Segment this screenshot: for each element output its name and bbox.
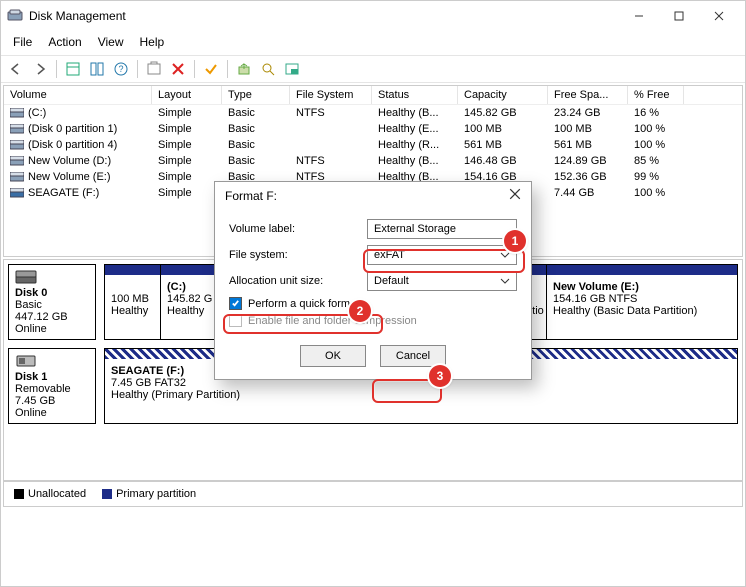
checkbox-label: Perform a quick format (248, 298, 359, 310)
window-title: Disk Management (29, 9, 126, 23)
col-volume[interactable]: Volume (4, 86, 152, 104)
legend-swatch-unallocated (14, 489, 24, 499)
disk-type: Removable (15, 383, 71, 395)
refresh-icon[interactable] (143, 58, 165, 80)
col-layout[interactable]: Layout (152, 86, 222, 104)
annotation-badge-2: 2 (349, 300, 371, 322)
titlebar: Disk Management (1, 1, 745, 31)
table-row[interactable]: (Disk 0 partition 1)SimpleBasicHealthy (… (4, 121, 742, 137)
checkbox-checked-icon (229, 297, 242, 310)
menu-help[interactable]: Help (134, 33, 171, 51)
disk-size: 447.12 GB (15, 311, 68, 323)
back-button[interactable] (5, 58, 27, 80)
col-filesystem[interactable]: File System (290, 86, 372, 104)
maximize-button[interactable] (659, 2, 699, 30)
ok-button[interactable]: OK (300, 345, 366, 367)
partition[interactable]: New Volume (E:) 154.16 GB NTFS Healthy (… (547, 265, 737, 339)
app-icon (7, 8, 23, 24)
menubar: File Action View Help (1, 31, 745, 55)
toolbar-icon[interactable] (62, 58, 84, 80)
disk-name: Disk 0 (15, 287, 47, 299)
partition[interactable]: (C:) 145.82 G Healthy (161, 265, 221, 339)
disk-name: Disk 1 (15, 371, 47, 383)
legend-swatch-primary (102, 489, 112, 499)
col-status[interactable]: Status (372, 86, 458, 104)
removable-disk-icon (15, 353, 37, 369)
table-row[interactable]: (Disk 0 partition 4)SimpleBasicHealthy (… (4, 137, 742, 153)
partition-status: Healthy (Basic Data Partition) (553, 305, 697, 317)
minimize-button[interactable] (619, 2, 659, 30)
toolbar-icon[interactable] (86, 58, 108, 80)
partition-status: Healthy (167, 305, 204, 317)
dialog-close-icon[interactable] (509, 188, 521, 203)
legend-label: Unallocated (28, 488, 86, 500)
menu-file[interactable]: File (7, 33, 38, 51)
partition-status: Healthy (Primary Partition) (111, 389, 240, 401)
check-icon[interactable] (200, 58, 222, 80)
legend: Unallocated Primary partition (3, 481, 743, 507)
svg-text:?: ? (118, 64, 123, 74)
help-icon[interactable]: ? (110, 58, 132, 80)
close-button[interactable] (699, 2, 739, 30)
disk-size: 7.45 GB (15, 395, 55, 407)
col-capacity[interactable]: Capacity (458, 86, 548, 104)
dialog-title: Format F: (225, 189, 277, 203)
volume-label-input[interactable]: External Storage (367, 219, 517, 239)
chevron-down-icon (500, 276, 510, 286)
disk-state: Online (15, 407, 47, 419)
partition-size: 100 MB (111, 293, 149, 305)
cancel-button[interactable]: Cancel (380, 345, 446, 367)
table-row[interactable]: (C:)SimpleBasicNTFSHealthy (B...145.82 G… (4, 105, 742, 121)
allocation-select[interactable]: Default (367, 271, 517, 291)
volume-label-label: Volume label: (229, 223, 367, 235)
col-pctfree[interactable]: % Free (628, 86, 684, 104)
col-freespace[interactable]: Free Spa... (548, 86, 628, 104)
forward-button[interactable] (29, 58, 51, 80)
partition-status: Healthy (111, 305, 148, 317)
partition-title: SEAGATE (F:) (111, 365, 184, 377)
table-row[interactable]: New Volume (D:)SimpleBasicNTFSHealthy (B… (4, 153, 742, 169)
toolbar-icon[interactable] (233, 58, 255, 80)
search-icon[interactable] (257, 58, 279, 80)
partition-size: 7.45 GB FAT32 (111, 377, 186, 389)
format-dialog: Format F: Volume label: External Storage… (214, 181, 532, 380)
menu-action[interactable]: Action (42, 33, 87, 51)
toolbar-icon[interactable] (281, 58, 303, 80)
disk-info[interactable]: Disk 1 Removable 7.45 GB Online (8, 348, 96, 424)
disk-info[interactable]: Disk 0 Basic 447.12 GB Online (8, 264, 96, 340)
disk-state: Online (15, 323, 47, 335)
disk-type: Basic (15, 299, 42, 311)
partition-size: 154.16 GB NTFS (553, 293, 637, 305)
annotation-box-1 (363, 249, 525, 273)
file-system-label: File system: (229, 249, 367, 261)
legend-label: Primary partition (116, 488, 196, 500)
toolbar: ? (1, 55, 745, 83)
col-type[interactable]: Type (222, 86, 290, 104)
annotation-badge-3: 3 (429, 365, 451, 387)
allocation-label: Allocation unit size: (229, 275, 367, 287)
annotation-badge-1: 1 (504, 230, 526, 252)
quick-format-checkbox[interactable]: Perform a quick format (229, 297, 517, 310)
delete-icon[interactable] (167, 58, 189, 80)
partition-title: New Volume (E:) (553, 281, 639, 293)
table-header: Volume Layout Type File System Status Ca… (4, 86, 742, 105)
disk-icon (15, 269, 37, 285)
partition-size: 145.82 G (167, 293, 212, 305)
partition[interactable]: 100 MB Healthy (105, 265, 161, 339)
menu-view[interactable]: View (92, 33, 130, 51)
partition-title: (C:) (167, 281, 186, 293)
